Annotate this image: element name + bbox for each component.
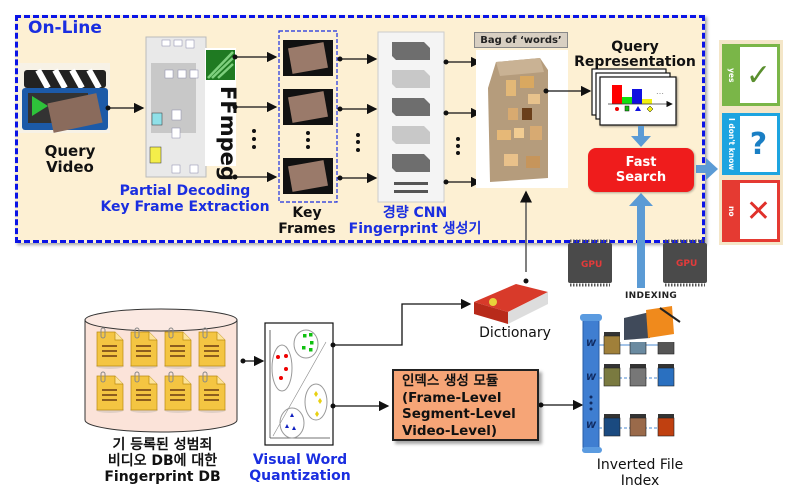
answer-card-no: no ✕ xyxy=(722,180,780,242)
query-video-label: Query Video xyxy=(44,142,96,176)
video-clip-icon xyxy=(603,332,621,355)
partial-decoding-label: Partial Decoding Key Frame Extraction xyxy=(100,183,270,215)
svg-text:W: W xyxy=(586,373,597,383)
bag-of-words-label: Bag of ‘words’ xyxy=(474,32,568,48)
fingerprint-db-cylinder xyxy=(84,308,238,433)
arrow-indexing-to-search xyxy=(629,193,653,288)
key-frames-label: Key Frames xyxy=(278,205,336,237)
video-clip-icon xyxy=(657,414,675,437)
bag-of-words-image xyxy=(476,50,568,188)
video-clip-icon xyxy=(657,364,675,387)
db-caption: 기 등록된 성범죄 비디오 DB에 대한 Fingerprint DB xyxy=(104,437,221,485)
inverted-index-label: Inverted File Index xyxy=(596,457,684,489)
svg-text:W: W xyxy=(586,421,597,431)
gpu-chip-icon: GPU xyxy=(568,239,612,287)
cross-icon: ✕ xyxy=(740,183,777,239)
ffmpeg-logo: FFmpeg xyxy=(205,48,240,181)
query-histogram-icon: … xyxy=(591,68,677,126)
question-icon: ? xyxy=(740,116,777,172)
video-clip-icons xyxy=(603,332,675,437)
decoder-block-diagram xyxy=(145,36,207,178)
index-generation-module: 인덱스 생성 모듈 (Frame-Level Segment-Level Vid… xyxy=(392,369,539,441)
query-video-icon xyxy=(18,63,110,133)
svg-text:GPU: GPU xyxy=(676,259,697,269)
file-cabinet-icon xyxy=(620,302,681,342)
arrow-search-to-answers xyxy=(696,158,718,180)
dictionary-book-icon xyxy=(474,284,548,324)
check-icon: ✓ xyxy=(740,47,777,103)
svg-text:W: W xyxy=(586,339,597,349)
query-representation-label: Query Representation xyxy=(574,39,696,70)
video-clip-icon xyxy=(629,364,647,387)
cnn-fingerprint-label: 경량 CNN Fingerprint 생성기 xyxy=(348,205,482,237)
answer-label: no xyxy=(727,205,736,217)
svg-text:GPU: GPU xyxy=(581,260,602,270)
arrow-query-to-search xyxy=(631,126,651,147)
visual-word-quantization-plot xyxy=(264,322,334,446)
ffmpeg-text: FFmpeg xyxy=(216,86,240,181)
svg-text:…: … xyxy=(656,87,664,96)
fast-search-button[interactable]: Fast Search xyxy=(588,148,694,192)
visual-word-quantization-label: Visual Word Quantization xyxy=(249,452,351,484)
cnn-network-figure xyxy=(377,31,445,203)
arrow-vwq-to-dictionary xyxy=(333,298,472,346)
arrows-frames-to-cnn xyxy=(337,53,378,184)
answer-label: yes xyxy=(727,67,736,83)
gpu-chip-icon: GPU xyxy=(663,239,707,287)
video-clip-icon xyxy=(603,364,621,387)
video-clip-icon xyxy=(629,414,647,437)
key-frames-group xyxy=(278,30,338,203)
dictionary-label: Dictionary xyxy=(479,325,551,341)
video-clip-icon xyxy=(603,414,621,437)
arrows-cnn-to-bag xyxy=(443,56,482,188)
answer-label: I don't know xyxy=(727,117,736,171)
answer-card-i-don-t-know: I don't know? xyxy=(722,113,780,175)
indexing-label: INDEXING xyxy=(625,291,678,301)
answer-card-yes: yes ✓ xyxy=(722,44,780,106)
